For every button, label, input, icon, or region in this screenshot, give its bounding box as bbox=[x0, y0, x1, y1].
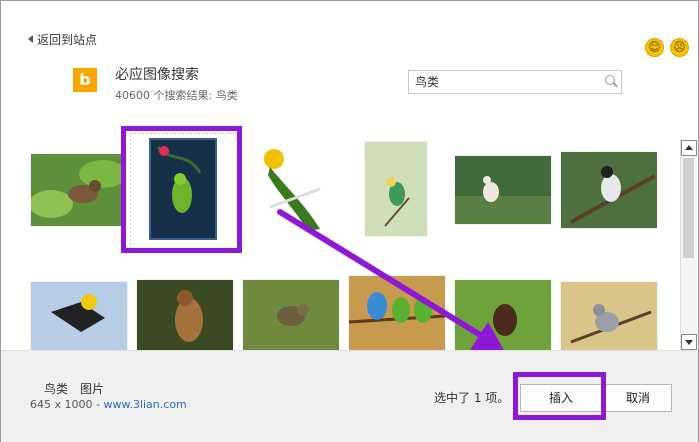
search-input[interactable] bbox=[409, 71, 601, 92]
result-thumbnail[interactable] bbox=[454, 155, 552, 225]
scroll-up-button[interactable] bbox=[681, 140, 697, 156]
result-thumbnail[interactable] bbox=[348, 275, 446, 350]
image-source-link[interactable]: www.3lian.com bbox=[103, 398, 186, 411]
result-thumbnail[interactable] bbox=[560, 281, 658, 350]
smiling-face-icon[interactable]: ☺ bbox=[645, 38, 664, 57]
selected-image-name: 鸟类 bbox=[44, 382, 69, 396]
result-thumbnail[interactable] bbox=[454, 279, 552, 350]
result-thumbnail[interactable] bbox=[256, 145, 328, 235]
arrow-down-icon bbox=[685, 340, 693, 345]
result-thumbnail[interactable] bbox=[136, 279, 234, 350]
arrow-up-icon bbox=[685, 145, 693, 150]
result-thumbnail-selected[interactable] bbox=[130, 133, 238, 249]
results-grid bbox=[0, 125, 680, 350]
results-scrollbar[interactable] bbox=[680, 140, 697, 350]
insert-button[interactable]: 插入 bbox=[520, 384, 602, 412]
selected-image-info: 645 x 1000 - www.3lian.com bbox=[30, 398, 187, 411]
result-count: 40600 个搜索结果: 鸟类 bbox=[115, 89, 238, 102]
bing-logo-icon: b bbox=[73, 68, 97, 92]
image-dimensions: 645 x 1000 - bbox=[30, 398, 104, 411]
scrollbar-thumb[interactable] bbox=[683, 158, 694, 258]
back-arrow-icon bbox=[28, 35, 33, 43]
frowning-face-icon[interactable]: ☹ bbox=[670, 38, 689, 57]
result-thumbnail[interactable] bbox=[242, 279, 340, 350]
back-to-sites-link[interactable]: 返回到站点 bbox=[28, 31, 97, 48]
image-search-box[interactable] bbox=[408, 70, 622, 94]
result-thumbnail[interactable] bbox=[560, 151, 658, 229]
cancel-button[interactable]: 取消 bbox=[604, 384, 672, 412]
provider-title: 必应图像搜索 bbox=[115, 67, 199, 83]
result-thumbnail[interactable] bbox=[364, 141, 428, 237]
selection-status: 选中了 1 项。 bbox=[434, 391, 510, 405]
selected-image-type: 图片 bbox=[80, 382, 105, 396]
scroll-down-button[interactable] bbox=[681, 334, 697, 350]
back-label: 返回到站点 bbox=[37, 33, 98, 47]
search-icon[interactable] bbox=[605, 75, 615, 85]
result-thumbnail[interactable] bbox=[30, 153, 124, 227]
result-thumbnail[interactable] bbox=[30, 281, 128, 350]
